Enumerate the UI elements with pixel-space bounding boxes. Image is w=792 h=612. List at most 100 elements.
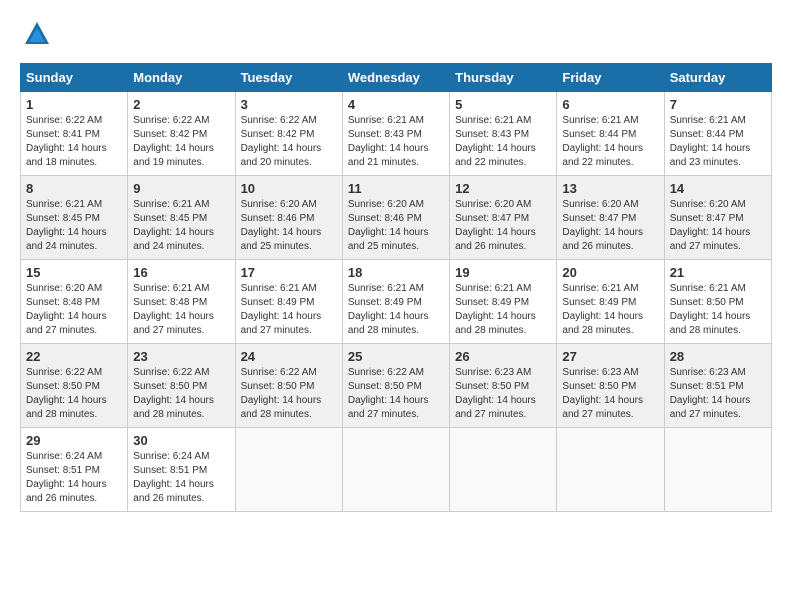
calendar-day-cell: 13 Sunrise: 6:20 AM Sunset: 8:47 PM Dayli… <box>557 176 664 260</box>
day-number: 9 <box>133 181 229 196</box>
page-header <box>20 20 772 53</box>
day-info: Sunrise: 6:21 AM Sunset: 8:44 PM Dayligh… <box>562 114 658 170</box>
day-number: 26 <box>455 349 551 364</box>
day-number: 6 <box>562 97 658 112</box>
day-info: Sunrise: 6:20 AM Sunset: 8:47 PM Dayligh… <box>455 198 551 254</box>
day-info: Sunrise: 6:22 AM Sunset: 8:50 PM Dayligh… <box>26 366 122 422</box>
day-info: Sunrise: 6:24 AM Sunset: 8:51 PM Dayligh… <box>133 450 229 506</box>
calendar-day-cell: 18Sunrise: 6:21 AM Sunset: 8:49 PM Dayli… <box>342 260 449 344</box>
calendar-day-cell: 4 Sunrise: 6:21 AM Sunset: 8:43 PM Daylig… <box>342 92 449 176</box>
empty-cell <box>235 428 342 512</box>
day-info: Sunrise: 6:23 AM Sunset: 8:51 PM Dayligh… <box>670 366 766 422</box>
day-info: Sunrise: 6:21 AM Sunset: 8:43 PM Dayligh… <box>348 114 444 170</box>
day-info: Sunrise: 6:22 AM Sunset: 8:50 PM Dayligh… <box>241 366 337 422</box>
day-info: Sunrise: 6:21 AM Sunset: 8:44 PM Dayligh… <box>670 114 766 170</box>
day-header-monday: Monday <box>128 64 235 92</box>
empty-cell <box>664 428 771 512</box>
logo-icon <box>23 20 51 48</box>
day-info: Sunrise: 6:21 AM Sunset: 8:50 PM Dayligh… <box>670 282 766 338</box>
day-number: 3 <box>241 97 337 112</box>
day-number: 20 <box>562 265 658 280</box>
day-number: 22 <box>26 349 122 364</box>
day-number: 7 <box>670 97 766 112</box>
day-number: 24 <box>241 349 337 364</box>
day-info: Sunrise: 6:20 AM Sunset: 8:46 PM Dayligh… <box>241 198 337 254</box>
day-number: 23 <box>133 349 229 364</box>
calendar-day-cell: 28 Sunrise: 6:23 AM Sunset: 8:51 PM Dayli… <box>664 344 771 428</box>
calendar-day-cell: 10 Sunrise: 6:20 AM Sunset: 8:46 PM Dayli… <box>235 176 342 260</box>
calendar-day-cell: 8 Sunrise: 6:21 AM Sunset: 8:45 PM Daylig… <box>21 176 128 260</box>
calendar-day-cell: 20Sunrise: 6:21 AM Sunset: 8:49 PM Dayli… <box>557 260 664 344</box>
day-header-wednesday: Wednesday <box>342 64 449 92</box>
calendar-day-cell: 6 Sunrise: 6:21 AM Sunset: 8:44 PM Daylig… <box>557 92 664 176</box>
day-number: 4 <box>348 97 444 112</box>
calendar-day-cell: 9 Sunrise: 6:21 AM Sunset: 8:45 PM Daylig… <box>128 176 235 260</box>
day-number: 27 <box>562 349 658 364</box>
empty-cell <box>450 428 557 512</box>
day-number: 25 <box>348 349 444 364</box>
day-info: Sunrise: 6:20 AM Sunset: 8:47 PM Dayligh… <box>670 198 766 254</box>
calendar-day-cell: 12 Sunrise: 6:20 AM Sunset: 8:47 PM Dayli… <box>450 176 557 260</box>
day-info: Sunrise: 6:24 AM Sunset: 8:51 PM Dayligh… <box>26 450 122 506</box>
calendar-day-cell: 26 Sunrise: 6:23 AM Sunset: 8:50 PM Dayli… <box>450 344 557 428</box>
empty-cell <box>557 428 664 512</box>
day-info: Sunrise: 6:20 AM Sunset: 8:48 PM Dayligh… <box>26 282 122 338</box>
day-info: Sunrise: 6:22 AM Sunset: 8:50 PM Dayligh… <box>133 366 229 422</box>
day-info: Sunrise: 6:20 AM Sunset: 8:47 PM Dayligh… <box>562 198 658 254</box>
day-number: 13 <box>562 181 658 196</box>
day-info: Sunrise: 6:21 AM Sunset: 8:49 PM Dayligh… <box>348 282 444 338</box>
day-info: Sunrise: 6:21 AM Sunset: 8:45 PM Dayligh… <box>133 198 229 254</box>
calendar-day-cell: 15 Sunrise: 6:20 AM Sunset: 8:48 PM Dayli… <box>21 260 128 344</box>
day-info: Sunrise: 6:22 AM Sunset: 8:42 PM Dayligh… <box>241 114 337 170</box>
calendar-day-cell: 22 Sunrise: 6:22 AM Sunset: 8:50 PM Dayli… <box>21 344 128 428</box>
day-info: Sunrise: 6:23 AM Sunset: 8:50 PM Dayligh… <box>455 366 551 422</box>
calendar-week-row: 22 Sunrise: 6:22 AM Sunset: 8:50 PM Dayli… <box>21 344 772 428</box>
day-info: Sunrise: 6:20 AM Sunset: 8:46 PM Dayligh… <box>348 198 444 254</box>
calendar-day-cell: 30 Sunrise: 6:24 AM Sunset: 8:51 PM Dayli… <box>128 428 235 512</box>
day-info: Sunrise: 6:21 AM Sunset: 8:48 PM Dayligh… <box>133 282 229 338</box>
calendar-header-row: SundayMondayTuesdayWednesdayThursdayFrid… <box>21 64 772 92</box>
calendar-day-cell: 1 Sunrise: 6:22 AM Sunset: 8:41 PM Daylig… <box>21 92 128 176</box>
day-info: Sunrise: 6:21 AM Sunset: 8:49 PM Dayligh… <box>241 282 337 338</box>
day-number: 21 <box>670 265 766 280</box>
calendar-day-cell: 21 Sunrise: 6:21 AM Sunset: 8:50 PM Dayli… <box>664 260 771 344</box>
logo <box>20 20 51 53</box>
calendar-day-cell: 23 Sunrise: 6:22 AM Sunset: 8:50 PM Dayli… <box>128 344 235 428</box>
calendar-day-cell: 24 Sunrise: 6:22 AM Sunset: 8:50 PM Dayli… <box>235 344 342 428</box>
day-number: 30 <box>133 433 229 448</box>
calendar-day-cell: 29 Sunrise: 6:24 AM Sunset: 8:51 PM Dayli… <box>21 428 128 512</box>
day-number: 15 <box>26 265 122 280</box>
day-header-thursday: Thursday <box>450 64 557 92</box>
day-info: Sunrise: 6:21 AM Sunset: 8:45 PM Dayligh… <box>26 198 122 254</box>
calendar-day-cell: 11 Sunrise: 6:20 AM Sunset: 8:46 PM Dayli… <box>342 176 449 260</box>
day-header-tuesday: Tuesday <box>235 64 342 92</box>
day-info: Sunrise: 6:22 AM Sunset: 8:50 PM Dayligh… <box>348 366 444 422</box>
day-number: 16 <box>133 265 229 280</box>
day-header-saturday: Saturday <box>664 64 771 92</box>
day-info: Sunrise: 6:21 AM Sunset: 8:49 PM Dayligh… <box>455 282 551 338</box>
day-number: 8 <box>26 181 122 196</box>
calendar-day-cell: 25 Sunrise: 6:22 AM Sunset: 8:50 PM Dayli… <box>342 344 449 428</box>
calendar-week-row: 8 Sunrise: 6:21 AM Sunset: 8:45 PM Daylig… <box>21 176 772 260</box>
day-number: 1 <box>26 97 122 112</box>
day-number: 19 <box>455 265 551 280</box>
calendar-week-row: 1 Sunrise: 6:22 AM Sunset: 8:41 PM Daylig… <box>21 92 772 176</box>
day-number: 5 <box>455 97 551 112</box>
calendar-day-cell: 27 Sunrise: 6:23 AM Sunset: 8:50 PM Dayli… <box>557 344 664 428</box>
day-number: 12 <box>455 181 551 196</box>
calendar-day-cell: 16 Sunrise: 6:21 AM Sunset: 8:48 PM Dayli… <box>128 260 235 344</box>
calendar-day-cell: 17Sunrise: 6:21 AM Sunset: 8:49 PM Dayli… <box>235 260 342 344</box>
calendar-day-cell: 5Sunrise: 6:21 AM Sunset: 8:43 PM Daylig… <box>450 92 557 176</box>
day-number: 28 <box>670 349 766 364</box>
day-info: Sunrise: 6:23 AM Sunset: 8:50 PM Dayligh… <box>562 366 658 422</box>
day-number: 11 <box>348 181 444 196</box>
calendar-day-cell: 2Sunrise: 6:22 AM Sunset: 8:42 PM Daylig… <box>128 92 235 176</box>
day-number: 10 <box>241 181 337 196</box>
day-info: Sunrise: 6:22 AM Sunset: 8:41 PM Dayligh… <box>26 114 122 170</box>
day-number: 29 <box>26 433 122 448</box>
day-info: Sunrise: 6:22 AM Sunset: 8:42 PM Dayligh… <box>133 114 229 170</box>
day-header-sunday: Sunday <box>21 64 128 92</box>
calendar-table: SundayMondayTuesdayWednesdayThursdayFrid… <box>20 63 772 512</box>
calendar-day-cell: 7 Sunrise: 6:21 AM Sunset: 8:44 PM Daylig… <box>664 92 771 176</box>
calendar-day-cell: 3 Sunrise: 6:22 AM Sunset: 8:42 PM Daylig… <box>235 92 342 176</box>
